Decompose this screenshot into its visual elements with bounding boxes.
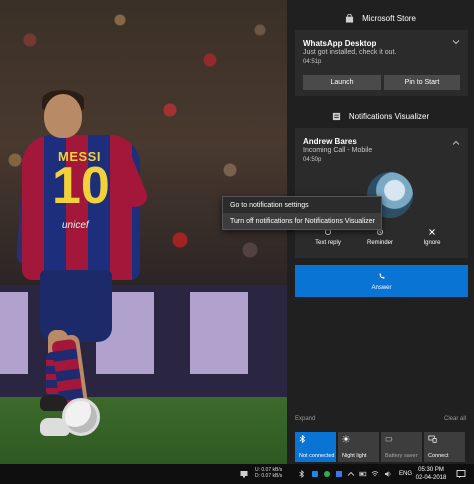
notification-context-menu: Go to notification settings Turn off not… [222, 196, 382, 230]
chevron-up-icon[interactable] [452, 140, 460, 146]
app-tray-icon[interactable] [323, 470, 331, 478]
clock-date: 02-04-2018 [415, 475, 447, 481]
chevron-down-icon[interactable] [452, 39, 460, 45]
answer-button[interactable]: Answer [295, 265, 468, 297]
ignore-action[interactable]: Ignore [407, 228, 457, 246]
notification-title: Andrew Bares [303, 137, 357, 146]
download-speed: 0.07 kB/s [261, 473, 283, 479]
jersey-number: 10 [52, 157, 110, 215]
quick-action-battery-saver[interactable]: Battery saver [381, 432, 422, 462]
brightness-icon [342, 435, 350, 443]
menu-item-turn-off-notifications[interactable]: Turn off notifications for Notifications… [223, 213, 381, 229]
notification-time: 04:51p [303, 59, 322, 65]
pin-to-start-button[interactable]: Pin to Start [384, 75, 460, 90]
action-label: Reminder [366, 240, 393, 246]
action-label: Ignore [423, 240, 441, 246]
phone-icon [379, 273, 384, 278]
banner-letter [0, 292, 28, 374]
launch-button[interactable]: Launch [303, 75, 381, 90]
notification-card-whatsapp[interactable]: WhatsApp Desktop Just got installed, che… [295, 30, 468, 96]
quick-action-bluetooth[interactable]: Not connected [295, 432, 336, 462]
menu-item-notification-settings[interactable]: Go to notification settings [223, 197, 381, 213]
battery-icon[interactable] [359, 470, 367, 478]
notification-time: 04:50p [303, 157, 322, 163]
quick-action-connect[interactable]: Connect [424, 432, 465, 462]
action-center-icon[interactable] [456, 469, 466, 479]
jersey-sponsor: unicef [62, 220, 89, 231]
tray-monitor-icon[interactable] [240, 470, 248, 478]
volume-icon[interactable] [384, 470, 392, 478]
reminder-action[interactable]: Reminder [355, 228, 405, 246]
download-label: D: [255, 473, 260, 479]
chevron-up-icon[interactable] [347, 470, 355, 478]
quick-action-label: Not connected [299, 453, 335, 459]
app-name: Notifications Visualizer [348, 111, 430, 121]
bluetooth-tray-icon[interactable] [298, 470, 306, 478]
close-icon [429, 229, 435, 235]
clear-all-link[interactable]: Clear all [444, 416, 466, 422]
battery-saver-icon [385, 437, 393, 442]
bluetooth-icon [299, 435, 306, 443]
expand-link[interactable]: Expand [295, 416, 315, 422]
connect-icon [428, 435, 437, 443]
quick-action-label: Battery saver [385, 453, 418, 459]
banner-letter [190, 292, 248, 374]
answer-label: Answer [371, 284, 392, 291]
football [62, 398, 100, 436]
notification-body: Just got installed, check it out. [303, 49, 397, 56]
notifications-app-icon [332, 112, 340, 120]
action-label: Text reply [315, 240, 341, 246]
app-tray-icon[interactable] [335, 470, 343, 478]
app-header-microsoft-store[interactable]: Microsoft Store [287, 8, 474, 28]
text-reply-action[interactable]: Text reply [303, 228, 353, 246]
wifi-icon[interactable] [371, 470, 379, 478]
quick-action-night-light[interactable]: Night light [338, 432, 379, 462]
app-name: Microsoft Store [362, 13, 416, 23]
app-header-notifications-visualizer[interactable]: Notifications Visualizer [287, 106, 474, 126]
language-indicator[interactable]: ENG [399, 471, 412, 477]
notification-title: WhatsApp Desktop [303, 39, 377, 48]
app-tray-icon[interactable] [311, 470, 319, 478]
quick-action-label: Night light [342, 453, 367, 459]
taskbar-clock[interactable]: 05:30 PM 02-04-2018 [414, 466, 448, 482]
notification-body: Incoming Call - Mobile [303, 147, 373, 154]
clock-time: 05:30 PM [418, 467, 444, 473]
quick-action-label: Connect [428, 453, 449, 459]
action-center-panel: Microsoft Store WhatsApp Desktop Just go… [287, 0, 474, 464]
network-speed-meter: U: 0.07 kB/s D: 0.07 kB/s [255, 467, 282, 479]
player-head [44, 94, 82, 138]
store-bag-icon [345, 13, 354, 23]
